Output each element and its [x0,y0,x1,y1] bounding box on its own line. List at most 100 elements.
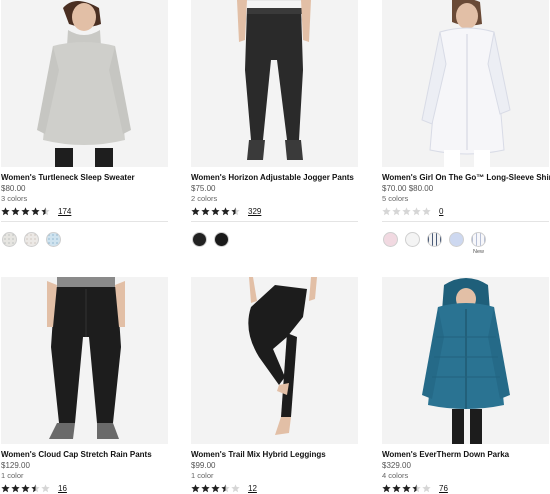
star-full-icon [382,483,391,492]
product-color-count: 4 colors [382,471,409,480]
product-image[interactable] [382,277,549,444]
product-color-count: 3 colors [1,194,28,203]
product-price: $70.00 $80.00 [382,184,434,193]
star-full-icon [201,206,210,215]
product-rating: 16 [1,482,168,494]
swatch-wrap [426,232,443,255]
star-half-icon [412,483,421,492]
star-rating [1,483,51,493]
star-full-icon [201,483,210,492]
product-card: Women's EverTherm Down Parka $329.00 4 c… [382,277,549,494]
color-swatch[interactable] [214,232,229,247]
star-full-icon [191,483,200,492]
color-swatch[interactable] [24,232,39,247]
star-full-icon [211,483,220,492]
product-name[interactable]: Women's Turtleneck Sleep Sweater [1,173,168,183]
product-price: $75.00 [191,184,216,193]
star-full-icon [211,206,220,215]
star-empty-icon [412,206,421,215]
product-rating: 174 [1,205,168,217]
star-full-icon [1,206,10,215]
star-rating [382,206,432,216]
swatch-wrap [382,232,399,255]
product-price: $80.00 [1,184,26,193]
product-name[interactable]: Women's Horizon Adjustable Jogger Pants [191,173,358,183]
product-card: Women's Turtleneck Sleep Sweater $80.00 … [1,0,168,247]
down-parka-photo-icon [382,277,549,444]
star-full-icon [21,483,30,492]
product-name[interactable]: Women's Cloud Cap Stretch Rain Pants [1,450,168,460]
product-rating: 329 [191,205,358,217]
turtleneck-sweater-photo-icon [1,0,168,167]
star-full-icon [191,206,200,215]
star-full-icon [31,206,40,215]
star-empty-icon [231,483,240,492]
leggings-photo-icon [191,277,358,444]
star-rating [191,483,241,493]
jogger-pants-photo-icon [191,0,358,167]
product-rating: 12 [191,482,358,494]
star-full-icon [11,206,20,215]
product-image[interactable] [1,277,168,444]
product-rating: 0 [382,205,549,217]
star-half-icon [41,206,50,215]
divider [382,221,549,222]
color-swatches [191,232,358,247]
product-image[interactable] [1,0,168,167]
star-full-icon [392,483,401,492]
star-empty-icon [392,206,401,215]
star-full-icon [1,483,10,492]
long-sleeve-shirt-photo-icon [382,0,549,167]
product-card: Women's Horizon Adjustable Jogger Pants … [191,0,358,247]
color-swatch[interactable] [449,232,464,247]
product-color-count: 1 color [191,471,214,480]
swatch-wrap [404,232,421,255]
star-empty-icon [382,206,391,215]
product-image[interactable] [191,0,358,167]
product-price: $329.00 [382,461,411,470]
product-name[interactable]: Women's Trail Mix Hybrid Leggings [191,450,358,460]
review-count-link[interactable]: 174 [58,207,71,216]
product-image[interactable] [382,0,549,167]
swatch-wrap [45,232,62,247]
star-rating [382,483,432,493]
swatch-wrap: New [470,232,487,255]
color-swatch[interactable] [383,232,398,247]
color-swatch[interactable] [405,232,420,247]
star-empty-icon [41,483,50,492]
color-swatch[interactable] [46,232,61,247]
star-full-icon [21,206,30,215]
star-half-icon [31,483,40,492]
review-count-link[interactable]: 76 [439,484,448,493]
product-image[interactable] [191,277,358,444]
swatch-wrap [448,232,465,255]
product-color-count: 5 colors [382,194,409,203]
product-card: Women's Trail Mix Hybrid Leggings $99.00… [191,277,358,494]
review-count-link[interactable]: 0 [439,207,443,216]
star-full-icon [11,483,20,492]
product-color-count: 2 colors [191,194,218,203]
color-swatch[interactable] [471,232,486,247]
product-color-count: 1 color [1,471,24,480]
swatch-wrap [1,232,18,247]
rain-pants-photo-icon [1,277,168,444]
color-swatch[interactable] [427,232,442,247]
star-rating [191,206,241,216]
product-name[interactable]: Women's EverTherm Down Parka [382,450,549,460]
color-swatch[interactable] [192,232,207,247]
color-swatch[interactable] [2,232,17,247]
star-half-icon [231,206,240,215]
product-name[interactable]: Women's Girl On The Go™ Long-Sleeve Shir… [382,173,550,183]
star-rating [1,206,51,216]
swatch-wrap [213,232,230,247]
star-full-icon [402,483,411,492]
color-swatches [1,232,168,247]
review-count-link[interactable]: 329 [248,207,261,216]
review-count-link[interactable]: 12 [248,484,257,493]
product-price: $99.00 [191,461,216,470]
star-empty-icon [402,206,411,215]
product-card: Women's Cloud Cap Stretch Rain Pants $12… [1,277,168,494]
swatch-wrap [191,232,208,247]
review-count-link[interactable]: 16 [58,484,67,493]
color-swatches: New [382,232,549,255]
